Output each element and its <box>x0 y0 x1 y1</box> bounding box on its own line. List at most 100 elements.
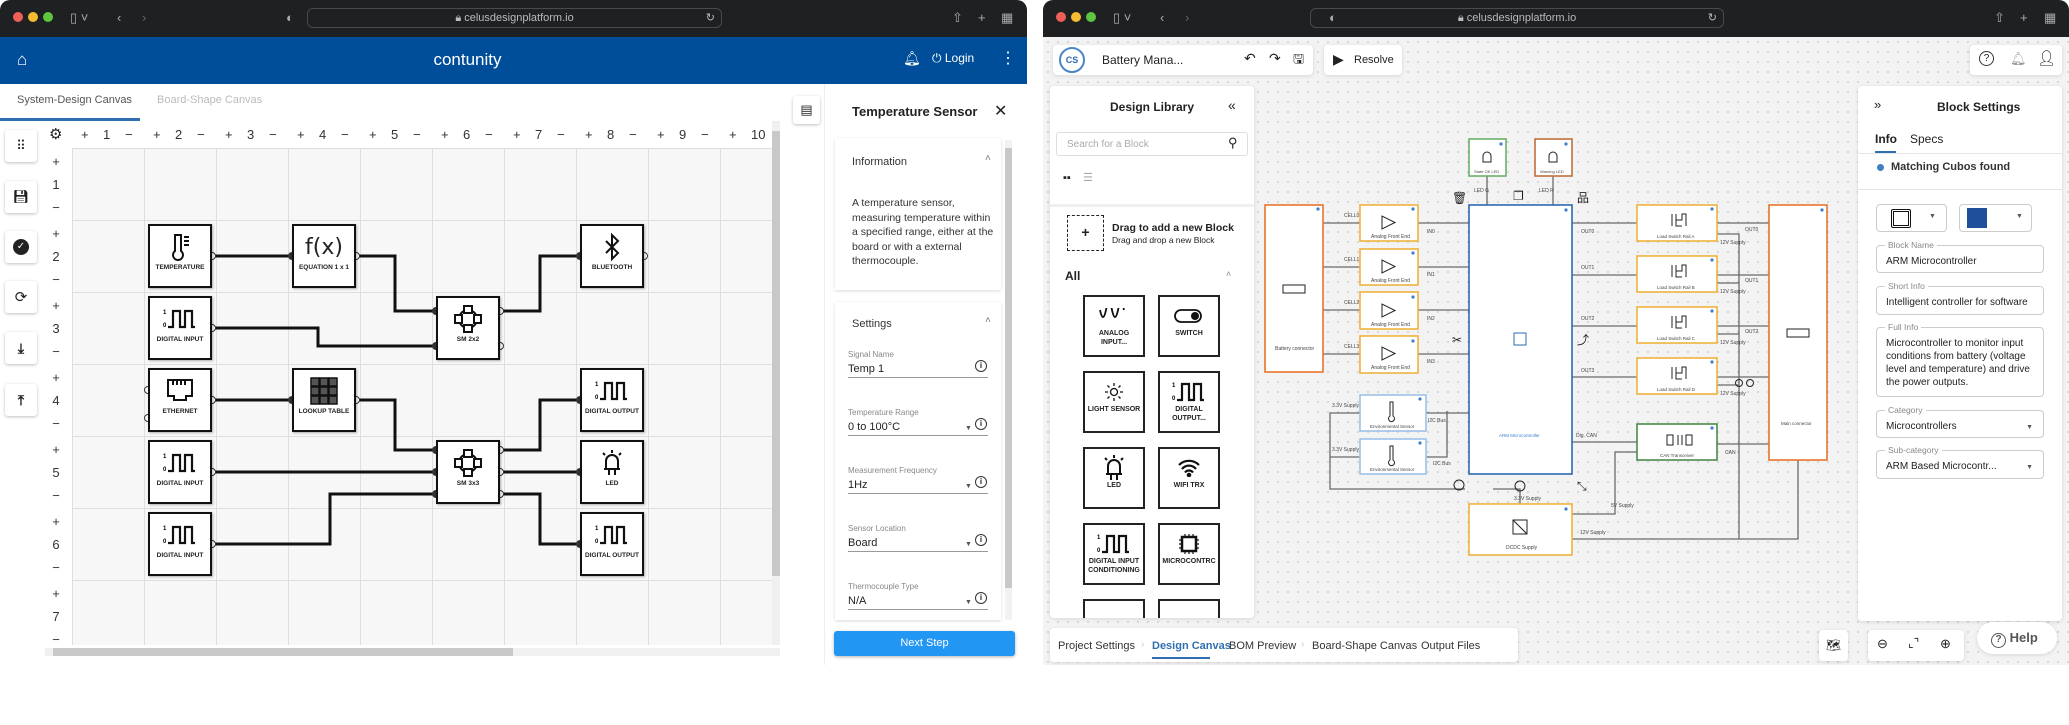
workflow-tab[interactable]: Project Settings <box>1058 640 1135 652</box>
library-block[interactable]: SWITCH <box>1158 295 1220 357</box>
close-panel-icon[interactable]: ✕ <box>994 101 1007 121</box>
info-icon[interactable]: i <box>975 360 987 372</box>
route-icon[interactable]: ⤴ <box>1577 332 1589 347</box>
trash-icon[interactable]: 🗑︎ <box>1452 191 1467 205</box>
setting-select[interactable]: 1Hz <box>848 479 868 491</box>
chevron-down-icon[interactable]: ▼ <box>965 483 972 490</box>
library-block[interactable]: LIGHT SENSOR <box>1083 371 1145 433</box>
login-button[interactable]: ⏻ Login <box>932 51 974 66</box>
library-block[interactable]: MICROCONTRC <box>1158 523 1220 585</box>
canvas-block[interactable]: 1 0 DIGITAL OUTPUT <box>580 512 644 576</box>
canvas-block[interactable]: ETHERNET <box>148 368 212 432</box>
setting-select[interactable]: Board <box>848 537 877 549</box>
info-icon[interactable]: i <box>975 418 987 430</box>
grid-view-icon[interactable]: ▪▪ <box>1063 172 1071 184</box>
library-block[interactable] <box>1158 599 1220 618</box>
info-icon[interactable]: i <box>975 592 987 604</box>
canvas-block[interactable]: SM 3x3 <box>436 440 500 504</box>
scroll-thumb[interactable] <box>772 131 780 576</box>
tab-overview-icon[interactable]: ▦ <box>1001 9 1013 27</box>
zoom-in-icon[interactable]: ⊕ <box>1940 636 1951 652</box>
block-field-select[interactable]: Category Microcontrollers ▼ <box>1876 405 2044 438</box>
celus-logo[interactable]: CS <box>1059 47 1085 73</box>
workflow-tab[interactable]: Output Files <box>1421 640 1480 652</box>
map-button[interactable]: 🗺︎ <box>1819 630 1848 661</box>
setting-select[interactable]: N/A <box>848 595 866 607</box>
block-field-input[interactable]: Full Info Microcontroller to monitor inpu… <box>1876 322 2044 397</box>
undo-icon[interactable]: ↶ <box>1244 50 1256 67</box>
resolve-button[interactable]: ▶ Resolve <box>1324 45 1402 75</box>
copy-icon[interactable]: ❐ <box>1513 189 1524 203</box>
library-block[interactable]: ANALOG INPUT... <box>1083 295 1145 357</box>
icon-select[interactable]: ▼ <box>1876 204 1947 232</box>
workflow-tab[interactable]: BOM Preview <box>1229 640 1296 652</box>
panel-scrollbar[interactable] <box>1005 140 1012 620</box>
canvas-block[interactable]: 1 0 DIGITAL OUTPUT <box>580 368 644 432</box>
list-view-icon[interactable]: ☰ <box>1083 171 1093 184</box>
canvas-block[interactable]: TEMPERATURE <box>148 224 212 288</box>
chevron-down-icon[interactable]: ▼ <box>965 425 972 432</box>
panel-toggle-button[interactable]: ▤ <box>793 96 820 124</box>
workflow-tab[interactable]: Board-Shape Canvas <box>1312 640 1417 652</box>
collapse-section-icon[interactable]: ˄ <box>1226 269 1231 279</box>
more-menu-icon[interactable]: ⋮ <box>1000 48 1016 68</box>
library-block[interactable]: LED <box>1083 447 1145 509</box>
library-block[interactable]: 1 0 DIGITAL OUTPUT... <box>1158 371 1220 433</box>
system-design-canvas[interactable]: TEMPERATURE f(x) EQUATION 1 x 1 BLUETOOTH 1 0… <box>72 148 772 645</box>
library-block[interactable]: WIFI TRX <box>1158 447 1220 509</box>
canvas-block[interactable]: LOOKUP TABLE <box>292 368 356 432</box>
library-block[interactable] <box>1083 599 1145 618</box>
project-name[interactable]: Battery Mana... <box>1102 53 1183 67</box>
canvas-block[interactable]: LED <box>580 440 644 504</box>
scroll-thumb[interactable] <box>53 648 513 656</box>
svg-text:ARM Microcontroller: ARM Microcontroller <box>1499 433 1540 438</box>
collapse-settings-icon[interactable]: ˄ <box>985 315 991 326</box>
network-icon[interactable]: 品 <box>1577 191 1589 205</box>
bell-icon[interactable]: 🔔︎ <box>2010 51 2027 67</box>
horizontal-scrollbar[interactable] <box>45 648 780 656</box>
info-icon[interactable]: i <box>975 476 987 488</box>
canvas-block[interactable]: 1 0 DIGITAL INPUT <box>148 296 212 360</box>
expand-panel-icon[interactable]: » <box>1874 97 1881 112</box>
share-icon[interactable]: ⇧ <box>952 9 963 27</box>
block-field-input[interactable]: Block Name ARM Microcontroller <box>1876 240 2044 273</box>
canvas-block[interactable]: SM 2x2 <box>436 296 500 360</box>
add-block-drag-target[interactable]: + <box>1067 215 1104 251</box>
block-field-input[interactable]: Short Info Intelligent controller for sof… <box>1876 281 2044 315</box>
scissors-icon[interactable]: ✂ <box>1452 333 1462 347</box>
svg-text:0: 0 <box>1097 548 1101 554</box>
chevron-down-icon[interactable]: ▼ <box>965 541 972 548</box>
canvas-block[interactable]: 1 0 DIGITAL INPUT <box>148 440 212 504</box>
save-icon[interactable]: 🖫 <box>1293 50 1304 72</box>
chevron-right-icon: › <box>1301 639 1305 650</box>
fit-screen-icon[interactable]: ⌞⌝ <box>1908 636 1919 650</box>
tab-specs[interactable]: Specs <box>1910 132 1943 146</box>
chevron-down-icon[interactable]: ▼ <box>965 599 972 606</box>
info-icon[interactable]: i <box>975 534 987 546</box>
collapse-information-icon[interactable]: ˄ <box>985 153 991 164</box>
canvas-block[interactable]: f(x) EQUATION 1 x 1 <box>292 224 356 288</box>
color-select[interactable]: ▼ <box>1959 204 2032 232</box>
resize-icon[interactable]: ⤡ <box>1577 479 1587 493</box>
setting-input[interactable]: Temp 1 <box>848 363 884 375</box>
next-step-button[interactable]: Next Step <box>834 631 1015 656</box>
vertical-scrollbar[interactable] <box>772 121 780 645</box>
new-tab-icon[interactable]: + <box>978 9 986 27</box>
help-button[interactable]: ? Help <box>1977 622 2057 654</box>
setting-select[interactable]: 0 to 100°C <box>848 421 900 433</box>
collapse-library-icon[interactable]: « <box>1228 97 1236 113</box>
library-block[interactable]: 1 0 DIGITAL INPUT CONDITIONING <box>1083 523 1145 585</box>
user-icon[interactable]: 👤︎ <box>2037 49 2056 67</box>
svg-text:I2C Bus: I2C Bus <box>1428 418 1446 424</box>
help-icon[interactable]: ? <box>1979 51 1994 66</box>
redo-icon[interactable]: ↷ <box>1269 50 1281 67</box>
canvas-block[interactable]: 1 0 DIGITAL INPUT <box>148 512 212 576</box>
block-search-input[interactable]: Search for a Block ⚲ <box>1056 132 1248 156</box>
scroll-thumb[interactable] <box>1005 148 1012 588</box>
tab-info[interactable]: Info <box>1875 132 1897 146</box>
search-icon[interactable]: ⚲ <box>1228 135 1238 151</box>
canvas-block[interactable]: BLUETOOTH <box>580 224 644 288</box>
zoom-out-icon[interactable]: ⊖ <box>1877 636 1888 652</box>
block-field-select[interactable]: Sub-category ARM Based Microcontr... ▼ <box>1876 445 2044 479</box>
bell-icon[interactable]: 🔔︎ <box>903 50 921 67</box>
